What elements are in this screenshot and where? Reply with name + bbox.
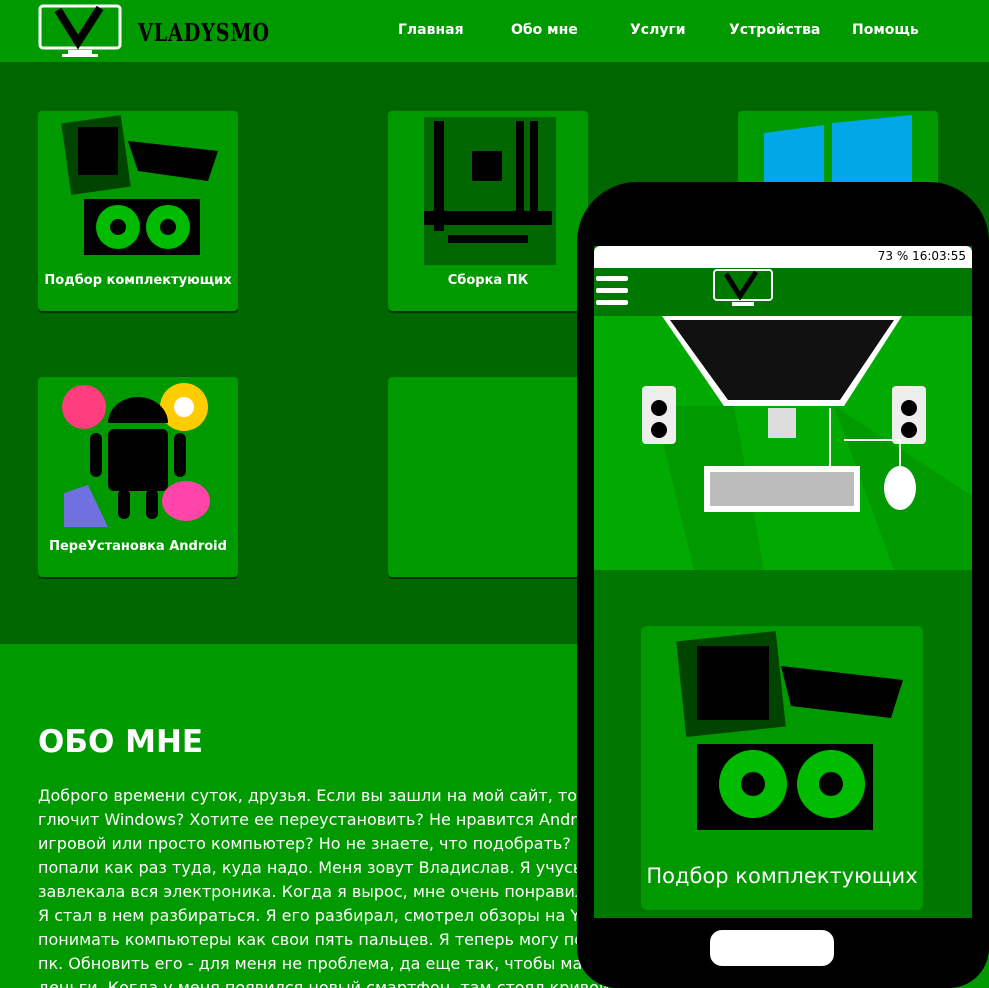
about-line: попали как раз туда, куда надо. Меня зов… [38,858,597,877]
about-line: понимать компьютеры как свои пять пальце… [38,930,596,949]
about-line: завлекала вся электроника. Когда я вырос… [38,882,586,901]
components-icon [676,631,903,830]
nav-home[interactable]: Главная [398,22,464,38]
service-card-components[interactable]: Подбор комплектующих [38,111,238,311]
phone-screen: 73 % 16:03:55 Подбор комплектующих [594,246,972,918]
nav-devices[interactable]: Устройства [729,22,820,38]
about-line: пк. Обновить его - для меня не проблема,… [38,954,612,973]
service-card-5[interactable] [388,377,588,577]
about-line: глючит Windows? Хотите ее переустановить… [38,810,587,829]
status-text: 73 % 16:03:55 [877,249,966,263]
about-title: ОБО МНЕ [38,724,204,760]
phone-mockup: 73 % 16:03:55 Подбор комплектующих [577,182,989,988]
card-label: Сборка ПК [447,273,529,288]
phone-hero [594,316,972,570]
about-line: игровой или просто компьютер? Но не знае… [38,834,588,853]
card-label: Подбор комплектующих [44,273,232,288]
phone-service-card[interactable]: Подбор комплектующих [641,626,923,910]
service-card-assembly[interactable]: Сборка ПК [388,111,588,311]
service-card-android[interactable]: ПереУстановка Android [38,377,238,577]
logo-monitor-icon [38,4,122,57]
site-logo[interactable]: VLADYSMO [38,2,269,60]
computer-setup-icon [642,316,972,570]
card-label: ПереУстановка Android [49,539,227,554]
phone-card-label: Подбор комплектующих [646,864,918,888]
motherboard-icon [424,117,556,265]
android-icon [62,383,210,527]
menu-icon[interactable] [594,268,972,316]
logo-text: VLADYSMO [138,18,270,47]
about-line: Доброго времени суток, друзья. Если вы з… [38,786,591,805]
phone-header [594,268,972,316]
nav-about[interactable]: Обо мне [511,22,578,38]
about-line: Я стал в нем разбираться. Я его разбирал… [38,906,588,925]
site-header: VLADYSMO Главная Обо мне Услуги Устройст… [0,0,989,62]
status-bar: 73 % 16:03:55 [594,246,972,268]
nav-services[interactable]: Услуги [630,22,686,38]
home-button[interactable] [710,930,834,966]
components-icon [61,115,218,255]
nav-help[interactable]: Помощь [852,22,919,38]
